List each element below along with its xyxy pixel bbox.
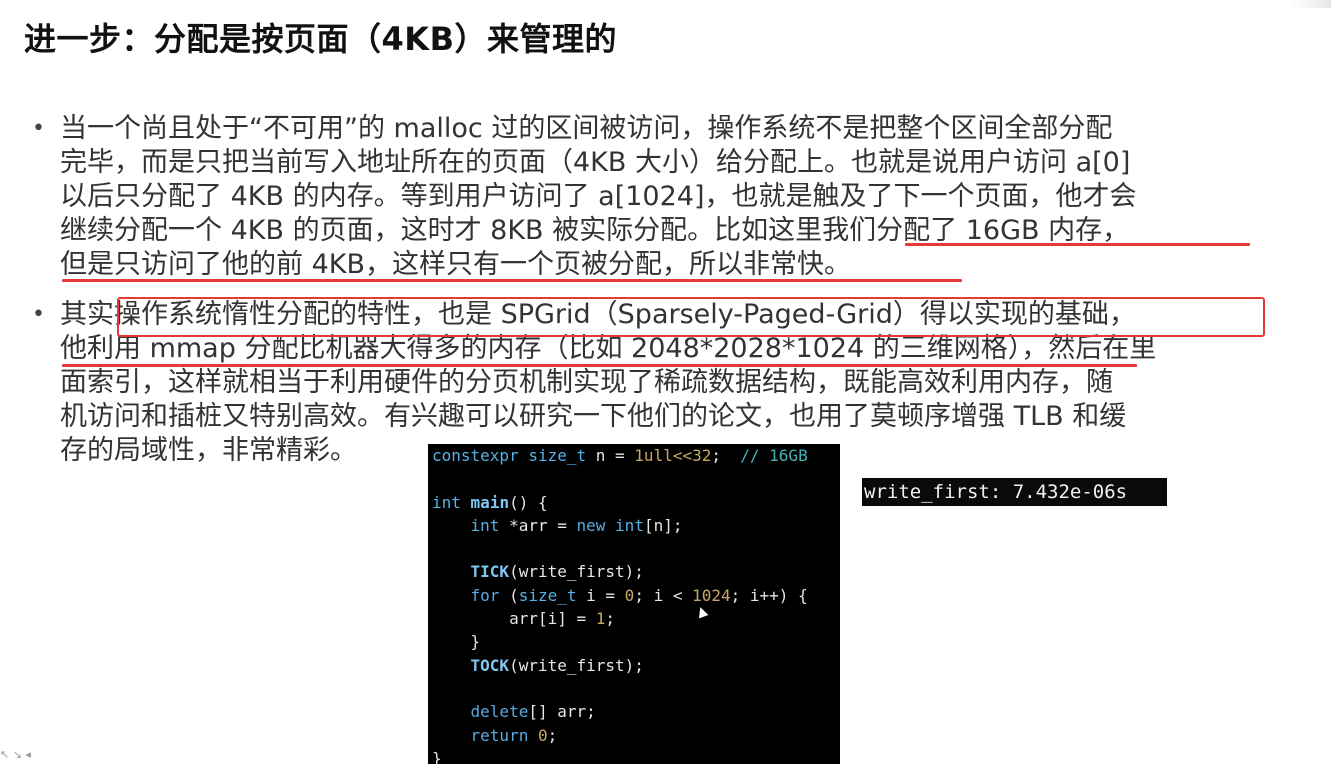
bullet-list: • 当一个尚且处于“不可用”的 malloc 过的区间被访问，操作系统不是把整个… (30, 112, 1300, 468)
code-line: int main() { (432, 492, 548, 512)
code-line: } (432, 748, 442, 764)
bullet-line: 完毕，而是只把当前写入地址所在的页面（4KB 大小）给分配上。也就是说用户访问 … (60, 147, 1131, 178)
bullet-line: 但是只访问了他的前 4KB，这样只有一个页被分配，所以非常快。 (60, 249, 851, 280)
bullet-line: 当一个尚且处于“不可用”的 malloc 过的区间被访问，操作系统不是把整个区间… (60, 113, 1113, 144)
annotation-box (117, 297, 1265, 337)
bullet-item-lazy-allocation: • 当一个尚且处于“不可用”的 malloc 过的区间被访问，操作系统不是把整个… (30, 112, 1300, 282)
code-line: } (470, 632, 481, 652)
code-line: arr[i] = 1; (509, 609, 616, 629)
bullet-line: 他利用 mmap 分配比机器大得多的内存（比如 2048*2028*1024 的… (60, 333, 1157, 364)
code-screenshot: constexpr size_t n = 1ull<<32; // 16GB i… (428, 444, 840, 764)
code-block: constexpr size_t n = 1ull<<32; // 16GB i… (428, 444, 840, 764)
bullet-line: 面索引，这样就相当于利用硬件的分页机制实现了稀疏数据结构，既能高效利用内存，随 (60, 367, 1113, 398)
annotation-underline (62, 364, 1137, 367)
code-line: delete[] arr; (470, 702, 596, 722)
code-line: TOCK(write_first); (470, 655, 644, 675)
code-line: for (size_t i = 0; i < 1024; i++) { (470, 585, 808, 605)
annotation-underline (905, 243, 1250, 246)
code-line: TICK(write_first); (470, 562, 644, 582)
bullet-dot-icon: • (32, 116, 45, 141)
bullet-line: 机访问和插桩又特别高效。有兴趣可以研究一下他们的论文，也用了莫顿序增强 TLB … (60, 401, 1127, 432)
program-output: write_first: 7.432e-06s (862, 478, 1167, 506)
slide-title: 进一步：分配是按页面（4KB）来管理的 (24, 20, 617, 58)
bullet-dot-icon: • (32, 302, 45, 327)
annotation-underline (62, 279, 962, 282)
code-line: return 0; (470, 725, 558, 745)
presentation-controls[interactable]: ↖ ↘ ◂ (0, 748, 52, 764)
window-edge-shade (1291, 0, 1331, 8)
code-line: constexpr size_t n = 1ull<<32; // 16GB (432, 446, 808, 465)
bullet-line: 以后只分配了 4KB 的内存。等到用户访问了 a[1024]，也就是触及了下一个… (60, 181, 1137, 212)
code-line: int *arr = new int[n]; (470, 515, 683, 535)
